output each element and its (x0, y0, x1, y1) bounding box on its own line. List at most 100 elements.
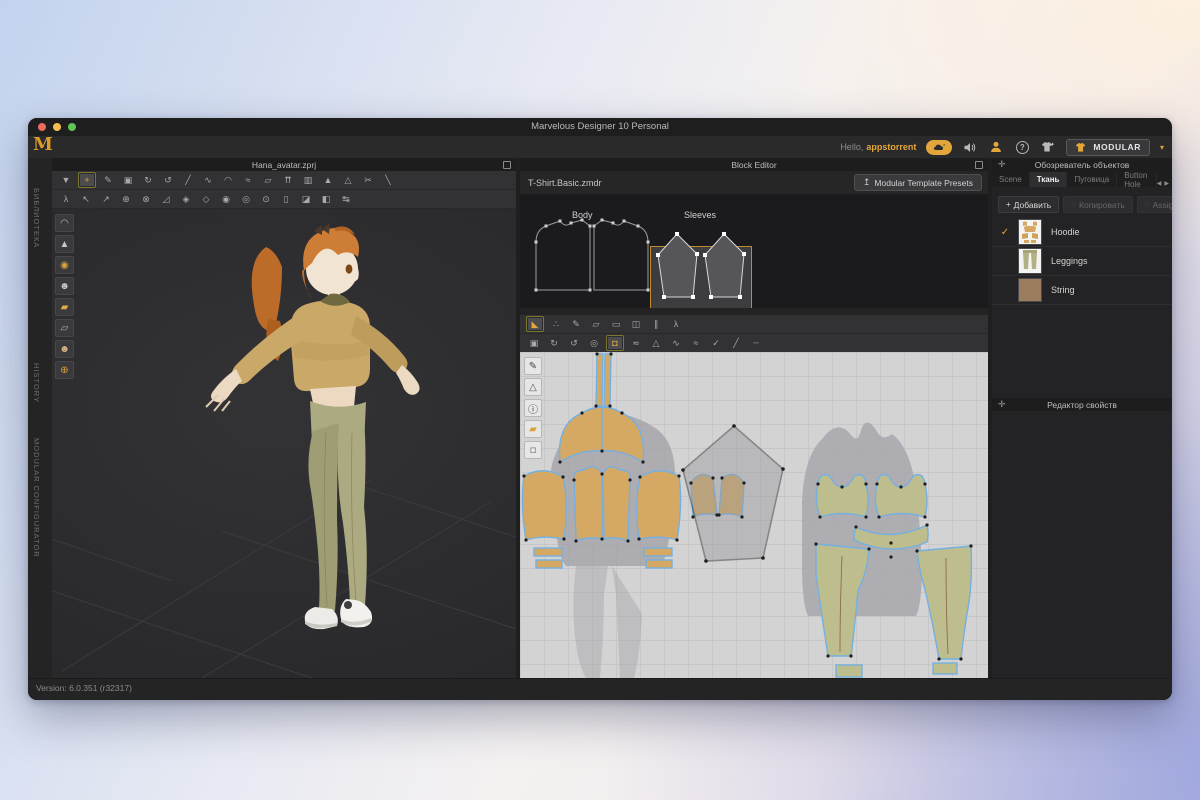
zipper-tool-icon[interactable]: ▯ (278, 192, 294, 206)
spacing-tool-icon[interactable]: ↹ (338, 192, 354, 206)
free-sewing-tool-icon[interactable]: ≈ (240, 173, 256, 187)
edit-point-2d-tool-icon[interactable]: ∴ (548, 317, 564, 331)
fabric-row-hoodie[interactable]: ✓ Hoodie (992, 218, 1172, 247)
garment-library-icon[interactable]: ▲ (55, 235, 74, 253)
transform-2d-tool-icon[interactable]: ◣ (526, 316, 544, 332)
button-lock-tool-icon[interactable]: ⊙ (258, 192, 274, 206)
add-fabric-button[interactable]: + Добавить (998, 196, 1059, 213)
move-pattern-tool-icon[interactable]: ▣ (526, 336, 542, 350)
measure-tool-icon[interactable]: ✂ (360, 173, 376, 187)
edit-sculpt-tool-icon[interactable]: ✎ (100, 173, 116, 187)
trim-sphere-library-icon[interactable]: ◉ (55, 256, 74, 274)
modular-template-presets-button[interactable]: ↥ Modular Template Presets (854, 174, 982, 191)
property-editor-pin-icon[interactable]: ✛ (998, 399, 1006, 410)
trace-tool-icon[interactable]: ▱ (588, 317, 604, 331)
block-editor-canvas[interactable]: Body Sleeves (520, 194, 988, 308)
globe-library-icon[interactable]: ⊕ (55, 361, 74, 379)
shirt-display-2d-icon[interactable]: △ (648, 336, 664, 350)
line-tool-2d-icon[interactable]: ╱ (728, 336, 744, 350)
modular-caret-icon[interactable]: ▾ (1160, 143, 1164, 152)
grading-tool-icon[interactable]: ┄ (748, 336, 764, 350)
fit-suit-alt-tool-icon[interactable]: ◇ (198, 192, 214, 206)
tab-history[interactable]: HISTORY (32, 363, 41, 403)
viewport-3d-canvas[interactable]: ◠▲◉☻▰▱☻⊕ (52, 209, 516, 678)
stylus-tool-icon[interactable]: ╲ (380, 173, 396, 187)
brush-tool-icon[interactable]: ✎ (524, 357, 542, 375)
pattern-2d-canvas[interactable]: ✎ △ ⓘ ▰ ◘ (520, 352, 988, 678)
object-browser-pin-icon[interactable]: ✛ (998, 159, 1006, 170)
garment-add-icon[interactable] (1040, 140, 1056, 154)
fit-suit-tool-icon[interactable]: ◈ (178, 192, 194, 206)
pants-display-icon[interactable]: ▥ (300, 173, 316, 187)
pleats-tool-icon[interactable]: ∥ (648, 317, 664, 331)
sew-check-2d-icon[interactable]: ✓ (708, 336, 724, 350)
tab-fabric[interactable]: Ткань (1030, 172, 1068, 187)
edit-pattern-2d-tool-icon[interactable]: ✎ (568, 317, 584, 331)
fabric-library-icon[interactable]: ▰ (55, 298, 74, 316)
pick-rotate-tool-icon[interactable]: ↗ (98, 192, 114, 206)
copy-fabric-button[interactable]: ◌ Копировать (1063, 196, 1133, 213)
property-editor-titlebar[interactable]: ✛ Редактор свойств (992, 398, 1172, 411)
fabric-view-icon[interactable]: ▰ (524, 420, 542, 438)
avatar-pose-tool-icon[interactable]: λ (58, 192, 74, 206)
gizmo-move-tool-icon[interactable]: ⊕ (118, 192, 134, 206)
sew-edit-2d-icon[interactable]: ∿ (668, 336, 684, 350)
block-editor-expand-icon[interactable] (975, 161, 983, 169)
button-tool-icon[interactable]: ◉ (218, 192, 234, 206)
viewport-expand-icon[interactable] (503, 161, 511, 169)
shoe-fit-tool-icon[interactable]: ◿ (158, 192, 174, 206)
transform-pattern-tool-icon[interactable]: ▣ (120, 173, 136, 187)
lock-view-icon[interactable]: ◘ (524, 441, 542, 459)
bind-plane-alt-tool-icon[interactable]: ◧ (318, 192, 334, 206)
pin-tool-icon[interactable]: ╱ (180, 173, 196, 187)
tab-library[interactable]: БИБЛИОТЕКА (32, 188, 41, 248)
select-move-tool-icon[interactable]: + (78, 172, 96, 188)
stamp-tool-icon[interactable]: ◫ (628, 317, 644, 331)
curve-edit-tool-icon[interactable]: ∿ (200, 173, 216, 187)
user-icon[interactable] (988, 140, 1004, 154)
segment-sewing-tool-icon[interactable]: ◠ (220, 173, 236, 187)
fabric-row-leggings[interactable]: Leggings (992, 247, 1172, 276)
help-icon[interactable]: ? (1014, 140, 1030, 154)
pattern-shape-tool-icon[interactable]: ▭ (608, 317, 624, 331)
pattern-2d-render[interactable] (520, 352, 988, 678)
body-block-pattern[interactable] (535, 219, 650, 292)
rotate-cw-tool-icon[interactable]: ↻ (140, 173, 156, 187)
buttonhole-tool-icon[interactable]: ◎ (238, 192, 254, 206)
avatar-3d-render[interactable] (52, 209, 516, 678)
pick-move-tool-icon[interactable]: ↖ (78, 192, 94, 206)
tab-button[interactable]: Пуговица (1067, 172, 1117, 187)
tab-scene[interactable]: Scene (992, 172, 1030, 187)
gizmo-scale-tool-icon[interactable]: ⊗ (138, 192, 154, 206)
viewport-3d-titlebar[interactable]: Hana_avatar.zprj (52, 158, 516, 171)
fold-arrangement-tool-icon[interactable]: ▱ (260, 173, 276, 187)
zoom-pattern-tool-icon[interactable]: ◎ (586, 336, 602, 350)
lock-pattern-tool-icon[interactable]: ◘ (606, 335, 624, 351)
shirt-front-display-icon[interactable]: ▲ (320, 173, 336, 187)
block-editor-titlebar[interactable]: Block Editor (520, 158, 988, 171)
sync-garment-tool-icon[interactable]: ⇈ (280, 173, 296, 187)
info-toggle-icon[interactable]: ⓘ (524, 399, 542, 417)
bind-plane-tool-icon[interactable]: ◪ (298, 192, 314, 206)
avatar-library-icon[interactable]: ☻ (55, 277, 74, 295)
sleeves-block-pattern[interactable] (656, 232, 746, 308)
arrange-point-tool-icon[interactable]: ▼ (58, 173, 74, 187)
sleeve-block-outline[interactable] (683, 426, 783, 561)
tabs-scroll-left-icon[interactable]: ◀ (1157, 180, 1162, 187)
sew-free-2d-icon[interactable]: ≈ (688, 336, 704, 350)
rotate-pattern-cw-icon[interactable]: ↻ (546, 336, 562, 350)
shirt-view-icon[interactable]: △ (524, 378, 542, 396)
cloud-sync-icon[interactable] (926, 140, 952, 155)
check-icon[interactable]: ✓ (992, 227, 1018, 238)
modular-button[interactable]: MODULAR (1066, 139, 1150, 156)
tab-modular-configurator[interactable]: MODULAR CONFIGURATOR (32, 438, 41, 558)
username-text[interactable]: appstorrent (866, 142, 916, 152)
avatar-figure[interactable] (206, 223, 420, 629)
rotate-pattern-ccw-icon[interactable]: ↺ (566, 336, 582, 350)
rotate-ccw-tool-icon[interactable]: ↺ (160, 173, 176, 187)
object-browser-titlebar[interactable]: ✛ Обозреватель объектов (992, 158, 1172, 171)
tab-buttonhole[interactable]: Button Hole (1117, 172, 1157, 187)
assign-fabric-button[interactable]: ◌ Assign (1137, 196, 1172, 213)
iron-tool-icon[interactable]: ≂ (628, 336, 644, 350)
shirt-back-display-icon[interactable]: △ (340, 173, 356, 187)
